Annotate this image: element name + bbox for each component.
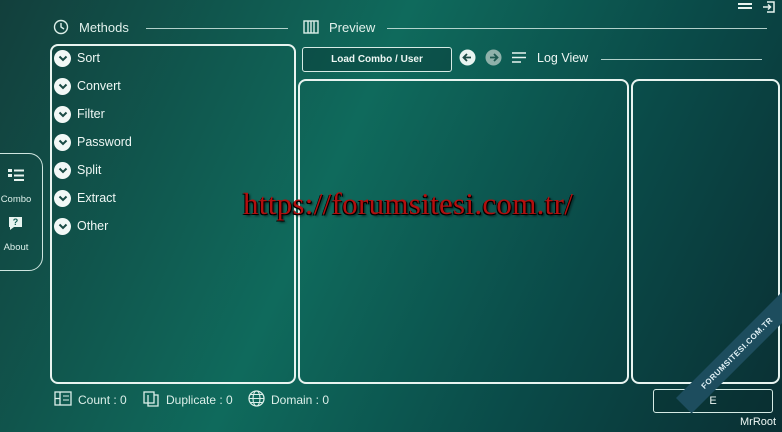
minimize-icon[interactable] (738, 3, 752, 9)
globe-icon (248, 390, 265, 410)
back-arrow-icon[interactable] (459, 49, 476, 66)
method-label: Split (77, 163, 102, 177)
about-icon[interactable]: ? (7, 215, 24, 232)
chevron-down-icon (54, 133, 71, 151)
preview-icon (303, 20, 319, 34)
author-label: MrRoot (740, 416, 777, 428)
preview-divider (387, 28, 767, 29)
combo-icon[interactable] (7, 167, 25, 183)
method-extract[interactable]: Extract (54, 189, 116, 207)
duplicate-icon (143, 390, 160, 410)
method-convert[interactable]: Convert (54, 77, 121, 95)
chevron-down-icon (54, 49, 71, 67)
method-password[interactable]: Password (54, 133, 132, 151)
method-label: Filter (77, 107, 105, 121)
log-view-icon (511, 51, 527, 64)
chevron-down-icon (54, 105, 71, 123)
count-stat: Count : 0 (54, 391, 127, 409)
domain-stat: Domain : 0 (248, 390, 330, 410)
forward-arrow-icon[interactable] (485, 49, 502, 66)
preview-header: Preview (329, 20, 376, 35)
preview-panel[interactable] (298, 79, 629, 384)
method-label: Convert (77, 79, 121, 93)
method-label: Sort (77, 51, 100, 65)
log-view-divider (601, 59, 762, 60)
log-view-label: Log View (537, 51, 589, 65)
export-button[interactable]: E (653, 389, 773, 413)
method-label: Password (77, 135, 132, 149)
svg-text:?: ? (13, 217, 19, 227)
method-other[interactable]: Other (54, 217, 108, 235)
methods-divider (146, 28, 288, 29)
combo-label[interactable]: Combo (0, 194, 36, 205)
count-icon (54, 391, 72, 409)
count-label: Count : 0 (78, 393, 127, 407)
about-label[interactable]: About (0, 242, 36, 253)
load-combo-button[interactable]: Load Combo / User (302, 47, 452, 72)
method-filter[interactable]: Filter (54, 105, 105, 123)
duplicate-label: Duplicate : 0 (166, 393, 233, 407)
chevron-down-icon (54, 217, 71, 235)
methods-icon (53, 19, 69, 35)
method-label: Extract (77, 191, 116, 205)
exit-icon[interactable] (762, 0, 776, 13)
chevron-down-icon (54, 189, 71, 207)
duplicate-stat: Duplicate : 0 (143, 390, 233, 410)
method-split[interactable]: Split (54, 161, 101, 179)
chevron-down-icon (54, 77, 71, 95)
method-label: Other (77, 219, 109, 233)
watermark-url: https://forumsitesi.com.tr/ (243, 186, 574, 221)
domain-label: Domain : 0 (271, 393, 330, 407)
methods-header: Methods (79, 20, 129, 35)
chevron-down-icon (54, 161, 71, 179)
method-sort[interactable]: Sort (54, 49, 100, 67)
